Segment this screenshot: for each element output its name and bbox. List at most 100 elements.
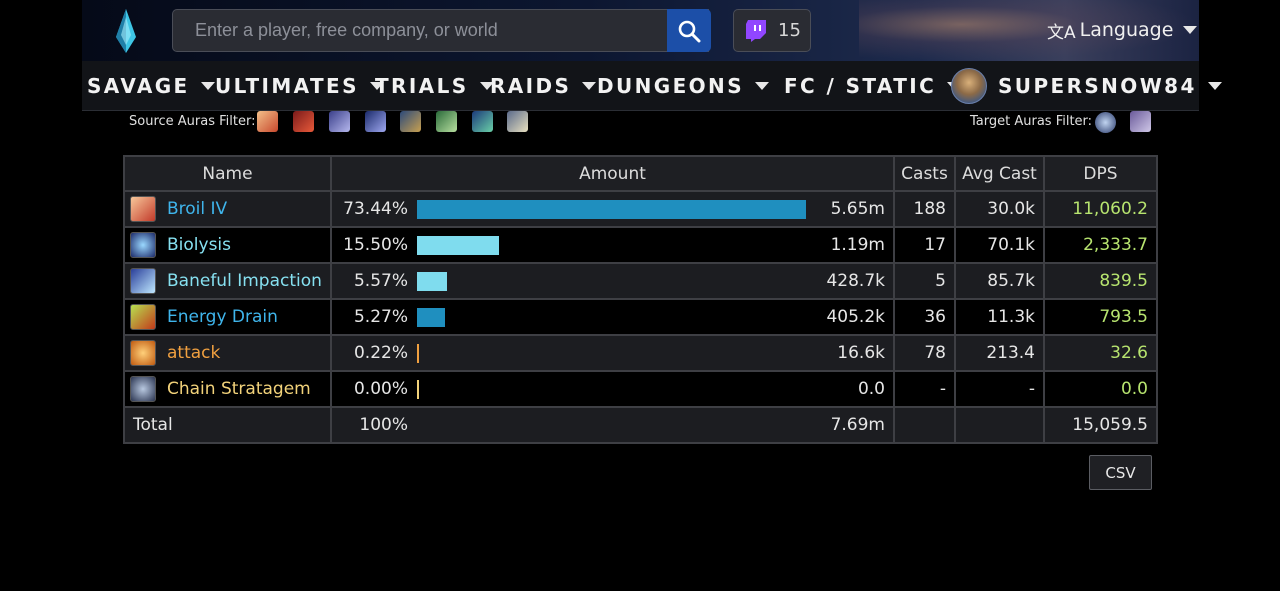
baneful-impaction-icon [130,268,156,294]
amount-bar [417,380,419,399]
twitch-live-button[interactable]: 15 [733,9,811,52]
ability-name[interactable]: attack [167,343,220,363]
target-aura-icon[interactable] [1095,112,1116,133]
attack-icon [130,340,156,366]
source-aura-icon[interactable] [365,111,386,132]
search-icon [678,20,701,42]
amount-bar [417,200,807,219]
amount-bar [417,344,419,363]
nav-trials[interactable]: TRIALS [375,61,494,110]
source-auras-filter-label: Source Auras Filter: [129,114,256,129]
table-row[interactable]: attack 0.22% 16.6k 78 213.4 32.6 [123,334,1158,372]
amount-cell: 15.50% 1.19m [330,226,895,264]
amount-value: 405.2k [826,307,885,327]
avg-cast-cell: 70.1k [954,226,1045,264]
ability-name[interactable]: Energy Drain [167,307,278,327]
total-label: Total [133,415,173,435]
chevron-down-icon [200,81,215,90]
amount-cell: 73.44% 5.65m [330,190,895,228]
casts-cell: 78 [893,334,956,372]
table-row[interactable]: Broil IV 73.44% 5.65m 188 30.0k 11,060.2 [123,190,1158,228]
source-aura-icon[interactable] [400,111,421,132]
amount-percent: 0.22% [353,343,408,363]
avatar [951,67,987,104]
nav-label: TRIALS [375,73,469,98]
ability-name-cell[interactable]: Biolysis [123,226,332,264]
ability-name-cell[interactable]: Chain Stratagem [123,370,332,408]
col-header-avg-cast[interactable]: Avg Cast [954,155,1045,192]
source-aura-icon[interactable] [329,111,350,132]
broil-icon [130,196,156,222]
ability-name-cell[interactable]: attack [123,334,332,372]
chain-stratagem-icon [130,376,156,402]
amount-cell: 5.27% 405.2k [330,298,895,336]
search-button[interactable] [667,9,711,52]
nav-savage[interactable]: SAVAGE [87,61,215,110]
nav-label: FC / STATIC [784,73,937,98]
target-aura-icon[interactable] [1130,111,1151,132]
amount-cell: 0.00% 0.0 [330,370,895,408]
amount-cell: 5.57% 428.7k [330,262,895,300]
amount-value: 0.0 [857,379,885,399]
source-aura-icon[interactable] [507,111,528,132]
chevron-down-icon [1183,26,1198,34]
site-logo-icon[interactable] [114,9,138,53]
total-amount: 7.69m [830,415,885,435]
casts-cell: 5 [893,262,956,300]
total-row: Total 100% 7.69m 15,059.5 [123,406,1158,444]
casts-cell: - [893,370,956,408]
nav-raids[interactable]: RAIDS [490,61,597,110]
source-aura-icon[interactable] [257,111,278,132]
avg-cast-cell: 213.4 [954,334,1045,372]
nav-dungeons[interactable]: DUNGEONS [597,61,770,110]
table-row[interactable]: Chain Stratagem 0.00% 0.0 - - 0.0 [123,370,1158,408]
ability-name[interactable]: Broil IV [167,199,227,219]
avg-cast-cell: 11.3k [954,298,1045,336]
nav-ultimates[interactable]: ULTIMATES [215,61,384,110]
casts-cell: 36 [893,298,956,336]
nav-label: SAVAGE [87,73,190,98]
source-aura-icon[interactable] [293,111,314,132]
dps-cell: 0.0 [1043,370,1158,408]
col-header-amount[interactable]: Amount [330,155,895,192]
ability-name[interactable]: Biolysis [167,235,231,255]
nav-fc-static[interactable]: FC / STATIC [784,61,962,110]
ability-name-cell[interactable]: Energy Drain [123,298,332,336]
username: SUPERSNOW84 [998,73,1197,98]
ability-name-cell[interactable]: Baneful Impaction [123,262,332,300]
energy-drain-icon [130,304,156,330]
ability-name[interactable]: Chain Stratagem [167,379,311,399]
col-header-dps[interactable]: DPS [1043,155,1158,192]
amount-bar [417,308,445,327]
dps-cell: 11,060.2 [1043,190,1158,228]
twitch-icon [746,19,766,42]
dps-cell: 2,333.7 [1043,226,1158,264]
amount-percent: 5.57% [353,271,408,291]
source-aura-icon[interactable] [472,111,493,132]
col-header-casts[interactable]: Casts [893,155,956,192]
nav-label: ULTIMATES [215,73,359,98]
translate-icon: 文A [1047,22,1076,43]
search-input[interactable] [172,9,709,52]
chevron-down-icon [582,81,597,90]
twitch-live-count: 15 [778,20,801,41]
col-header-name[interactable]: Name [123,155,332,192]
target-auras-filter-label: Target Auras Filter: [970,114,1093,129]
biolysis-icon [130,232,156,258]
csv-export-button[interactable]: CSV [1089,455,1152,490]
amount-percent: 15.50% [343,235,408,255]
language-selector[interactable]: 文A Language [1047,16,1198,44]
dps-cell: 32.6 [1043,334,1158,372]
table-row[interactable]: Energy Drain 5.27% 405.2k 36 11.3k 793.5 [123,298,1158,336]
amount-cell: 0.22% 16.6k [330,334,895,372]
table-row[interactable]: Baneful Impaction 5.57% 428.7k 5 85.7k 8… [123,262,1158,300]
casts-cell: 188 [893,190,956,228]
source-aura-icon[interactable] [436,111,457,132]
nav-user-menu[interactable]: SUPERSNOW84 [951,61,1222,110]
ability-name-cell[interactable]: Broil IV [123,190,332,228]
table-row[interactable]: Biolysis 15.50% 1.19m 17 70.1k 2,333.7 [123,226,1158,264]
amount-value: 428.7k [826,271,885,291]
amount-percent: 0.00% [353,379,408,399]
ability-name[interactable]: Baneful Impaction [167,271,322,291]
chevron-down-icon [755,81,770,90]
